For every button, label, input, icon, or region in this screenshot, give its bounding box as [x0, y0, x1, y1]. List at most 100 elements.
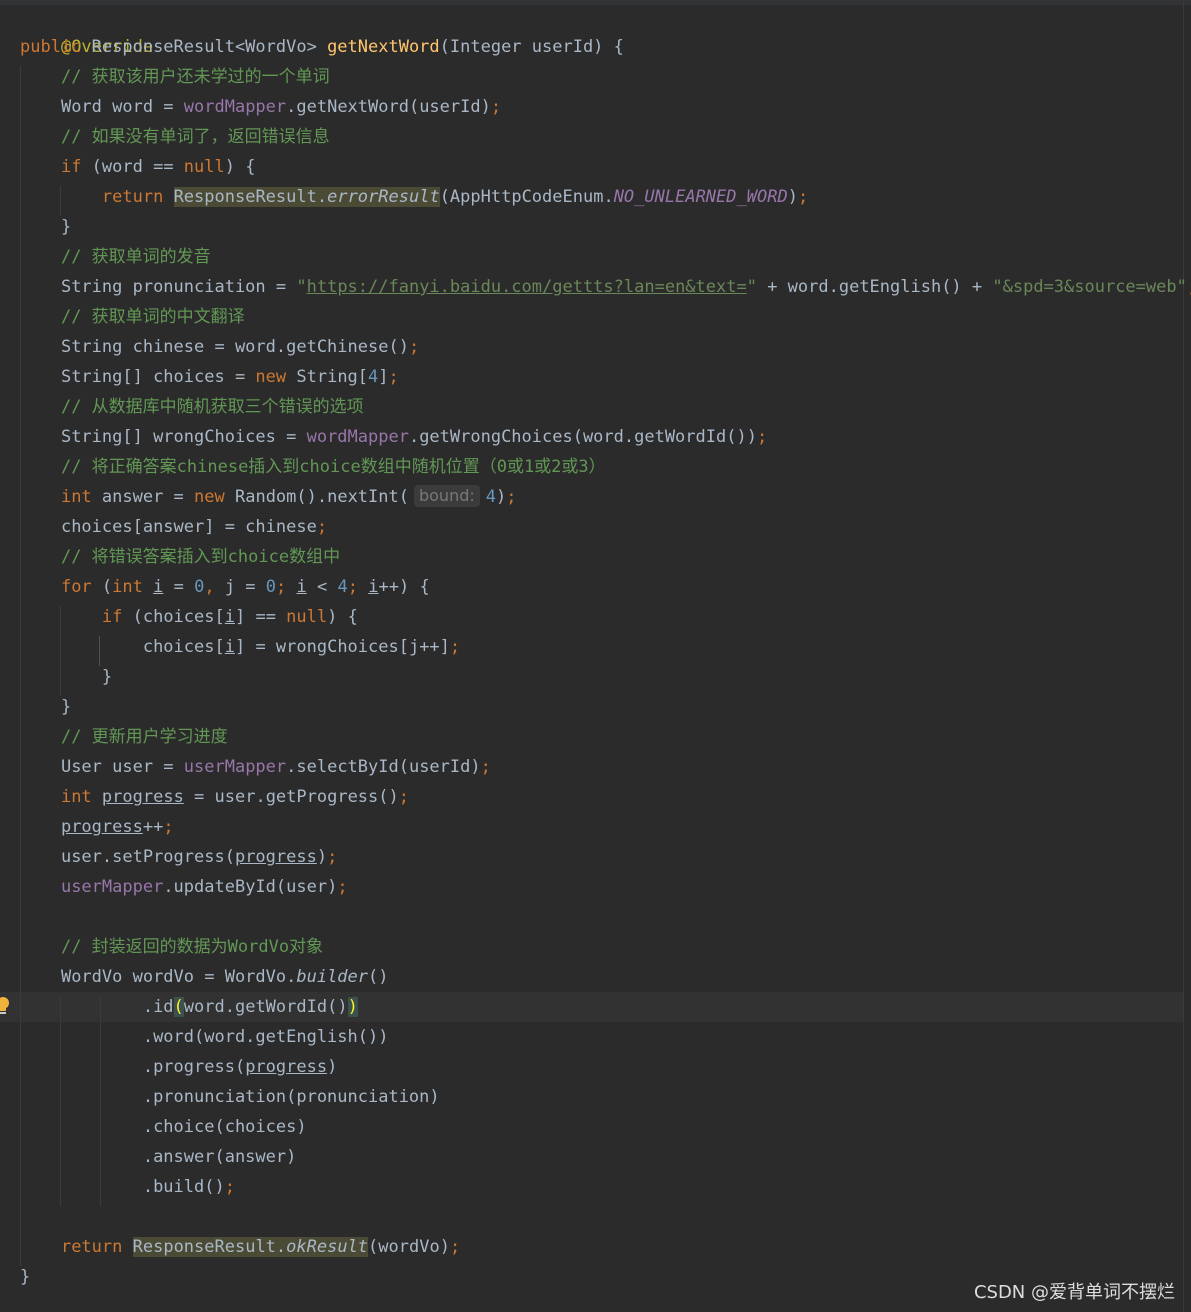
keyword: if [60, 157, 82, 177]
code-line[interactable]: userMapper.updateById(user); [20, 872, 348, 902]
number-literal: 0 [194, 577, 205, 597]
code-line[interactable]: // 封装返回的数据为WordVo对象 [20, 932, 323, 962]
code-editor[interactable]: @Override public ResponseResult<WordVo> … [0, 0, 1191, 1312]
reassigned-variable: progress [234, 847, 317, 867]
number-literal: 4 [337, 577, 348, 597]
semicolon: ; [388, 367, 399, 387]
code-line[interactable]: .pronunciation(pronunciation) [20, 1082, 440, 1112]
code-text: String[] choices = [60, 367, 256, 387]
code-text: choices[answer] = chinese [60, 517, 317, 537]
field-reference: wordMapper [306, 427, 409, 447]
code-line[interactable]: User user = userMapper.selectById(userId… [20, 752, 491, 782]
loop-variable: i [368, 577, 379, 597]
code-text: (wordVo) [368, 1237, 450, 1257]
comment: // 封装返回的数据为WordVo对象 [60, 937, 324, 957]
code-line[interactable]: return ResponseResult.okResult(wordVo); [20, 1232, 460, 1262]
url-link[interactable]: https://fanyi.baidu.com/gettts?lan=en&te… [307, 277, 747, 297]
code-line[interactable]: .choice(choices) [20, 1112, 307, 1142]
code-line[interactable]: for (int i = 0, j = 0; i < 4; i++) { [20, 572, 430, 602]
code-line[interactable]: if (word == null) { [20, 152, 256, 182]
code-text: ) [496, 487, 507, 507]
code-text: ResponseResult<WordVo> [81, 37, 328, 57]
code-text: < [306, 577, 338, 597]
code-line[interactable]: .answer(answer) [20, 1142, 297, 1172]
code-line[interactable]: .progress(progress) [20, 1052, 338, 1082]
code-text: ) [787, 187, 798, 207]
code-text: ) { [327, 607, 358, 627]
code-text: Word word = [60, 97, 184, 117]
code-text: answer = [91, 487, 195, 507]
keyword: return [101, 187, 164, 207]
semicolon: ; [276, 577, 287, 597]
semicolon: ; [398, 787, 409, 807]
comment: // 获取单词的中文翻译 [60, 307, 245, 327]
code-line[interactable]: // 将错误答案插入到choice数组中 [20, 542, 340, 572]
code-line[interactable]: @Override [20, 2, 153, 57]
code-line[interactable]: // 如果没有单词了，返回错误信息 [20, 122, 330, 152]
matched-paren: ( [173, 997, 184, 1017]
code-text: } [101, 667, 113, 687]
code-line[interactable]: public ResponseResult<WordVo> getNextWor… [20, 32, 624, 62]
keyword: if [101, 607, 123, 627]
code-line[interactable]: } [20, 662, 112, 692]
semicolon: ; [480, 757, 491, 777]
code-line[interactable]: // 将正确答案chinese插入到choice数组中随机位置（0或1或2或3） [20, 452, 606, 482]
semicolon: ; [347, 577, 358, 597]
code-line[interactable]: choices[answer] = chinese; [20, 512, 327, 542]
code-line[interactable]: progress++; [20, 812, 174, 842]
code-line[interactable]: String chinese = word.getChinese(); [20, 332, 419, 362]
code-text: String[ [286, 367, 369, 387]
semicolon: ; [506, 487, 517, 507]
code-text: .getNextWord(userId) [286, 97, 491, 117]
class-name: ResponseResult. [132, 1237, 287, 1257]
code-line[interactable]: int answer = new Random().nextInt(bound:… [20, 482, 517, 512]
code-text: = user.getProgress() [183, 787, 399, 807]
code-line[interactable]: } [20, 1262, 30, 1292]
code-text: ] [378, 367, 389, 387]
code-line[interactable]: String[] wrongChoices = wordMapper.getWr… [20, 422, 767, 452]
code-text: (Integer userId) { [439, 37, 624, 57]
code-line[interactable]: Word word = wordMapper.getNextWord(userI… [20, 92, 501, 122]
code-line[interactable]: } [20, 692, 71, 722]
code-line[interactable]: // 更新用户学习进度 [20, 722, 228, 752]
code-line-current[interactable]: .id(word.getWordId()) [20, 992, 358, 1022]
code-text: user.setProgress( [60, 847, 235, 867]
code-text: ++ [142, 817, 164, 837]
code-line[interactable]: String[] choices = new String[4]; [20, 362, 399, 392]
reassigned-variable: progress [101, 787, 184, 807]
code-line[interactable]: WordVo wordVo = WordVo.builder() [20, 962, 389, 992]
semicolon: ; [337, 877, 348, 897]
code-line[interactable]: String pronunciation = "https://fanyi.ba… [20, 272, 1191, 302]
code-line[interactable]: if (choices[i] == null) { [20, 602, 358, 632]
code-text: .selectById(userId) [286, 757, 481, 777]
parameter-hint: bound: [413, 485, 480, 507]
code-text: .answer(answer) [142, 1147, 297, 1167]
intention-bulb-icon[interactable] [0, 996, 9, 1016]
editor-right-margin [1183, 0, 1184, 1312]
semicolon: ; [163, 817, 174, 837]
code-text: .id [142, 997, 174, 1017]
code-text: word.getWordId() [183, 997, 348, 1017]
code-text: ] = wrongChoices[j++] [234, 637, 450, 657]
code-line[interactable]: choices[i] = wrongChoices[j++]; [20, 632, 460, 662]
code-line[interactable]: return ResponseResult.errorResult(AppHtt… [20, 182, 808, 212]
code-line[interactable]: // 获取单词的发音 [20, 242, 211, 272]
string-quote: " [296, 277, 307, 297]
code-line[interactable]: int progress = user.getProgress(); [20, 782, 409, 812]
keyword: int [60, 487, 92, 507]
comment: // 将正确答案chinese插入到choice数组中随机位置（0或1或2或3） [60, 457, 606, 477]
code-line[interactable]: .build(); [20, 1172, 235, 1202]
code-line[interactable]: } [20, 212, 71, 242]
code-text: + word.getEnglish() + [756, 277, 993, 297]
code-line[interactable]: user.setProgress(progress); [20, 842, 337, 872]
code-line[interactable]: // 获取单词的中文翻译 [20, 302, 245, 332]
code-text: String chinese = word.getChinese() [60, 337, 409, 357]
code-text: .updateById(user) [163, 877, 338, 897]
code-line[interactable]: // 获取该用户还未学过的一个单词 [20, 62, 330, 92]
code-line[interactable]: // 从数据库中随机获取三个错误的选项 [20, 392, 364, 422]
keyword: for [60, 577, 92, 597]
keyword: public [20, 37, 82, 57]
code-text: () [368, 967, 389, 987]
code-text: .word(word.getEnglish()) [142, 1027, 389, 1047]
code-line[interactable]: .word(word.getEnglish()) [20, 1022, 389, 1052]
